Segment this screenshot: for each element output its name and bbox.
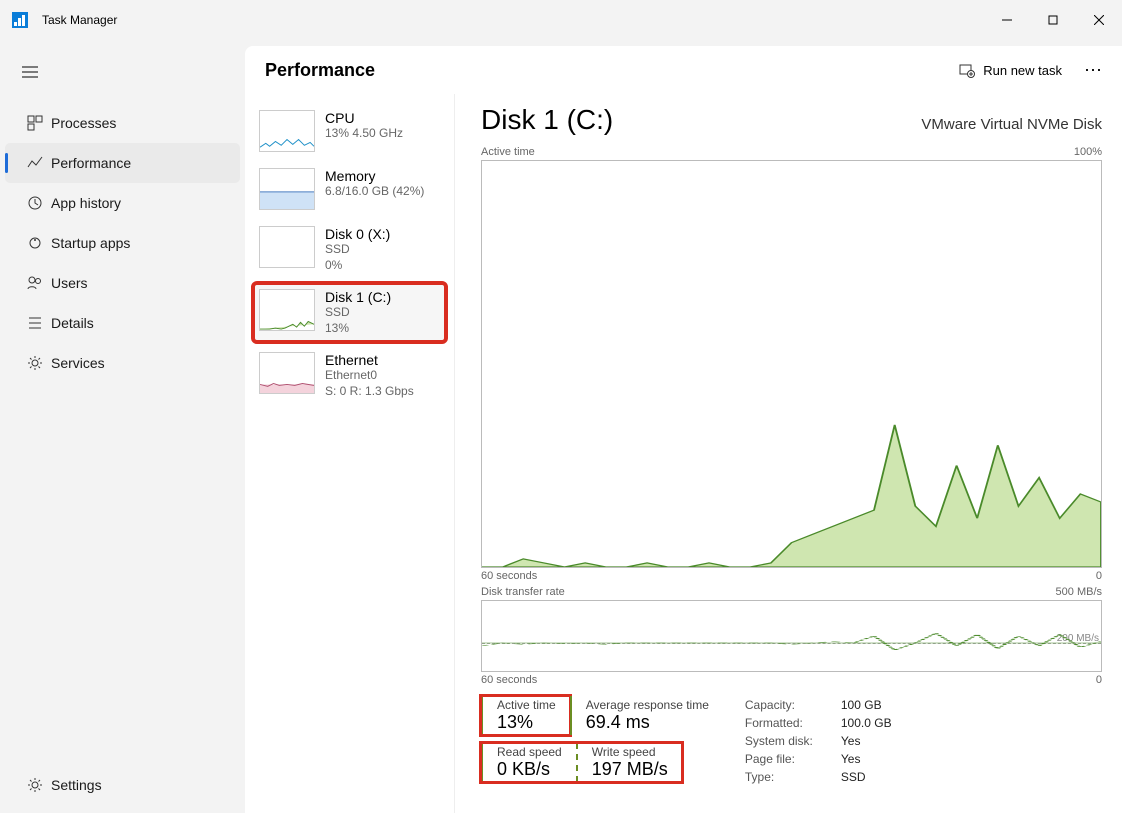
stat-label: Write speed [592, 745, 668, 759]
perf-sub: SSD [325, 242, 390, 258]
maximize-button[interactable] [1030, 0, 1076, 40]
active-time-chart[interactable] [481, 160, 1102, 568]
run-task-label: Run new task [983, 63, 1062, 78]
perf-name: Disk 1 (C:) [325, 289, 391, 305]
info-key: Page file: [745, 750, 829, 768]
stat-value: 69.4 ms [586, 712, 709, 733]
perf-name: CPU [325, 110, 403, 126]
perf-name: Ethernet [325, 352, 414, 368]
perf-name: Memory [325, 168, 424, 184]
nav-item-app-history[interactable]: App history [5, 183, 240, 223]
window-controls [984, 0, 1122, 40]
info-table: Capacity: 100 GB Formatted: 100.0 GB Syste… [745, 696, 892, 786]
nav-item-settings[interactable]: Settings [5, 765, 240, 805]
stat-label: Read speed [497, 745, 562, 759]
stat-write-speed: Write speed 197 MB/s [576, 743, 682, 782]
chart1-ymax: 100% [1074, 146, 1102, 158]
ethernet-thumb [259, 352, 315, 394]
nav-label: Services [51, 355, 105, 371]
perf-item-ethernet[interactable]: EthernetEthernet0S: 0 R: 1.3 Gbps [253, 346, 446, 405]
info-key: Formatted: [745, 714, 829, 732]
perf-list: CPU13% 4.50 GHz Memory6.8/16.0 GB (42%) … [245, 94, 455, 813]
cpu-thumb [259, 110, 315, 152]
memory-thumb [259, 168, 315, 210]
perf-sub: 6.8/16.0 GB (42%) [325, 184, 424, 200]
perf-name: Disk 0 (X:) [325, 226, 390, 242]
left-nav: Processes Performance App history Startu… [0, 40, 245, 813]
nav-label: Settings [51, 777, 102, 793]
nav-label: Startup apps [51, 235, 130, 251]
chart2-ymax: 500 MB/s [1056, 586, 1102, 598]
stat-value: 0 KB/s [497, 759, 562, 780]
nav-item-users[interactable]: Users [5, 263, 240, 303]
info-key: System disk: [745, 732, 829, 750]
perf-detail: Disk 1 (C:) VMware Virtual NVMe Disk Act… [455, 94, 1122, 813]
chart2-xright: 0 [1096, 674, 1102, 686]
info-val: Yes [841, 750, 861, 768]
perf-item-disk1[interactable]: Disk 1 (C:)SSD13% [253, 283, 446, 342]
nav-label: App history [51, 195, 121, 211]
content-panel: Performance Run new task ⋯ CPU13% 4.50 G… [245, 46, 1122, 813]
info-val: 100 GB [841, 696, 882, 714]
minimize-button[interactable] [984, 0, 1030, 40]
perf-item-cpu[interactable]: CPU13% 4.50 GHz [253, 104, 446, 158]
info-val: 100.0 GB [841, 714, 892, 732]
nav-label: Performance [51, 155, 131, 171]
nav-item-startup-apps[interactable]: Startup apps [5, 223, 240, 263]
page-title: Performance [265, 60, 375, 81]
nav-label: Processes [51, 115, 116, 131]
perf-item-memory[interactable]: Memory6.8/16.0 GB (42%) [253, 162, 446, 216]
chart1-xleft: 60 seconds [481, 570, 537, 582]
window-title: Task Manager [42, 13, 117, 27]
transfer-rate-chart[interactable]: 200 MB/s [481, 600, 1102, 672]
perf-sub: SSD [325, 305, 391, 321]
stat-label: Average response time [586, 698, 709, 712]
more-options-button[interactable]: ⋯ [1084, 60, 1104, 81]
chart1-xright: 0 [1096, 570, 1102, 582]
app-icon [12, 12, 28, 28]
chart2-xleft: 60 seconds [481, 674, 537, 686]
run-new-task-button[interactable]: Run new task [949, 56, 1072, 84]
perf-sub2: 13% [325, 321, 391, 337]
chart2-ylabel: Disk transfer rate [481, 586, 565, 598]
history-icon [19, 195, 51, 211]
disk1-thumb [259, 289, 315, 331]
startup-icon [19, 235, 51, 251]
info-key: Capacity: [745, 696, 829, 714]
info-key: Type: [745, 768, 829, 786]
info-val: Yes [841, 732, 861, 750]
nav-label: Details [51, 315, 94, 331]
nav-item-details[interactable]: Details [5, 303, 240, 343]
stat-avg-response: Average response time 69.4 ms [570, 696, 723, 735]
close-button[interactable] [1076, 0, 1122, 40]
detail-subtitle: VMware Virtual NVMe Disk [921, 116, 1102, 133]
info-val: SSD [841, 768, 866, 786]
disk0-thumb [259, 226, 315, 268]
hamburger-button[interactable] [0, 55, 245, 93]
processes-icon [19, 115, 51, 131]
details-icon [19, 315, 51, 331]
stat-read-speed: Read speed 0 KB/s [481, 743, 576, 782]
nav-item-processes[interactable]: Processes [5, 103, 240, 143]
settings-icon [19, 777, 51, 793]
services-icon [19, 355, 51, 371]
perf-sub2: 0% [325, 258, 390, 274]
users-icon [19, 275, 51, 291]
performance-icon [19, 155, 51, 171]
perf-sub2: S: 0 R: 1.3 Gbps [325, 384, 414, 400]
nav-item-services[interactable]: Services [5, 343, 240, 383]
titlebar: Task Manager [0, 0, 1122, 40]
stat-value: 197 MB/s [592, 759, 668, 780]
detail-title: Disk 1 (C:) [481, 104, 613, 136]
stat-value: 13% [497, 712, 556, 733]
stat-label: Active time [497, 698, 556, 712]
nav-item-performance[interactable]: Performance [5, 143, 240, 183]
perf-sub: 13% 4.50 GHz [325, 126, 403, 142]
nav-label: Users [51, 275, 88, 291]
chart1-ylabel: Active time [481, 146, 535, 158]
stat-active-time: Active time 13% [481, 696, 570, 735]
perf-item-disk0[interactable]: Disk 0 (X:)SSD0% [253, 220, 446, 279]
perf-sub: Ethernet0 [325, 368, 414, 384]
run-task-icon [959, 62, 975, 78]
